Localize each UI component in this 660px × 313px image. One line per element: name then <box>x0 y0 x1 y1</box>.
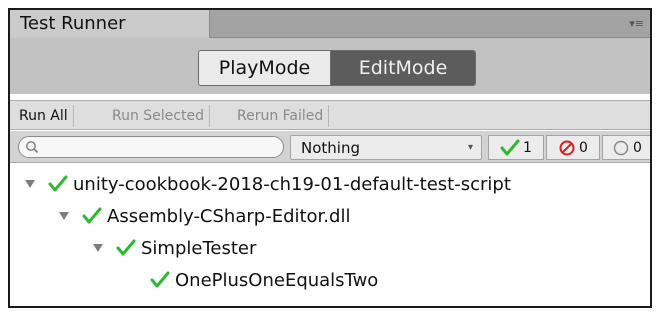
tree-item-label: unity-cookbook-2018-ch19-01-default-test… <box>73 173 511 195</box>
tree-item-label: OnePlusOneEqualsTwo <box>175 269 379 291</box>
tree-item-project[interactable]: unity-cookbook-2018-ch19-01-default-test… <box>24 169 511 199</box>
failed-filter-toggle[interactable]: 0 <box>546 135 600 160</box>
category-dropdown[interactable]: Nothing ▾ <box>290 135 482 160</box>
search-icon <box>26 141 39 154</box>
skipped-icon <box>613 140 629 155</box>
tree-item-class[interactable]: SimpleTester <box>92 233 256 263</box>
passed-count: 1 <box>523 139 532 156</box>
editmode-tab[interactable]: EditMode <box>331 51 475 85</box>
skipped-count: 0 <box>633 139 642 156</box>
dropdown-arrow-icon: ▾ <box>467 142 473 153</box>
failed-icon <box>559 140 575 155</box>
tree-item-label: Assembly-CSharp-Editor.dll <box>107 205 351 227</box>
check-icon <box>500 139 520 155</box>
filter-toolbar: Nothing ▾ 1 0 0 <box>10 131 650 163</box>
run-selected-button[interactable]: Run Selected <box>107 105 210 127</box>
test-runner-window: Test Runner ▾≡ PlayMode EditMode Run All… <box>8 8 652 308</box>
tab-strip: Test Runner ▾≡ <box>10 10 650 39</box>
playmode-tab[interactable]: PlayMode <box>199 51 331 85</box>
skipped-filter-toggle[interactable]: 0 <box>602 135 650 160</box>
run-toolbar: Run All Run Selected Rerun Failed <box>10 100 650 130</box>
tab-test-runner[interactable]: Test Runner <box>10 10 210 39</box>
check-icon <box>82 207 102 224</box>
triangle-down-icon[interactable] <box>24 178 36 190</box>
check-icon <box>48 175 68 192</box>
triangle-down-icon[interactable] <box>92 242 104 254</box>
mode-toolbar: PlayMode EditMode <box>10 38 650 94</box>
run-all-button[interactable]: Run All <box>14 105 74 127</box>
tree-item-test[interactable]: OnePlusOneEqualsTwo <box>150 265 378 295</box>
search-input[interactable] <box>18 136 284 158</box>
tree-item-label: SimpleTester <box>141 237 257 259</box>
check-icon <box>116 239 136 256</box>
passed-filter-toggle[interactable]: 1 <box>488 135 544 160</box>
tree-item-assembly[interactable]: Assembly-CSharp-Editor.dll <box>58 201 350 231</box>
failed-count: 0 <box>579 139 588 156</box>
tab-menu-icon[interactable]: ▾≡ <box>628 17 644 31</box>
category-selected: Nothing <box>301 139 360 157</box>
mode-toggle: PlayMode EditMode <box>198 50 476 86</box>
test-tree: unity-cookbook-2018-ch19-01-default-test… <box>10 163 650 306</box>
check-icon <box>150 271 170 288</box>
rerun-failed-button[interactable]: Rerun Failed <box>232 105 330 127</box>
triangle-down-icon[interactable] <box>58 210 70 222</box>
